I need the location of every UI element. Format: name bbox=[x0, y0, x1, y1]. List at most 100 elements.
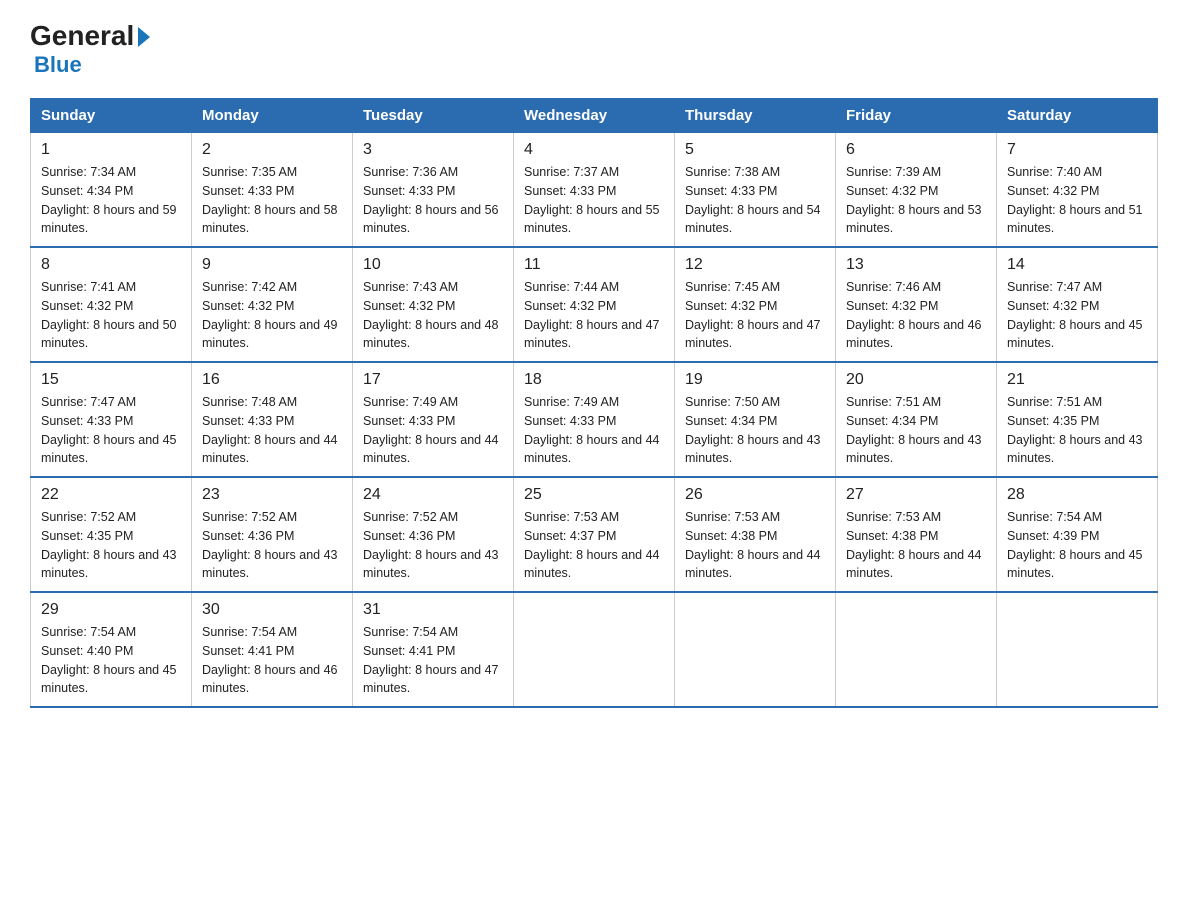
day-number: 14 bbox=[1007, 256, 1147, 274]
header-saturday: Saturday bbox=[997, 99, 1158, 133]
sunrise-label: Sunrise: 7:42 AM bbox=[202, 280, 297, 294]
calendar-week-1: 1 Sunrise: 7:34 AM Sunset: 4:34 PM Dayli… bbox=[31, 133, 1158, 248]
day-number: 19 bbox=[685, 371, 825, 389]
sunrise-label: Sunrise: 7:37 AM bbox=[524, 165, 619, 179]
daylight-label: Daylight: 8 hours and 51 minutes. bbox=[1007, 203, 1143, 236]
daylight-label: Daylight: 8 hours and 43 minutes. bbox=[41, 548, 177, 581]
logo: General Blue bbox=[30, 20, 150, 78]
day-number: 26 bbox=[685, 486, 825, 504]
day-info: Sunrise: 7:38 AM Sunset: 4:33 PM Dayligh… bbox=[685, 163, 825, 238]
calendar-cell: 29 Sunrise: 7:54 AM Sunset: 4:40 PM Dayl… bbox=[31, 592, 192, 707]
sunset-label: Sunset: 4:33 PM bbox=[524, 184, 616, 198]
sunset-label: Sunset: 4:32 PM bbox=[363, 299, 455, 313]
calendar-cell: 1 Sunrise: 7:34 AM Sunset: 4:34 PM Dayli… bbox=[31, 133, 192, 248]
daylight-label: Daylight: 8 hours and 47 minutes. bbox=[363, 663, 499, 696]
sunrise-label: Sunrise: 7:52 AM bbox=[41, 510, 136, 524]
daylight-label: Daylight: 8 hours and 45 minutes. bbox=[1007, 548, 1143, 581]
day-info: Sunrise: 7:54 AM Sunset: 4:41 PM Dayligh… bbox=[363, 623, 503, 698]
sunset-label: Sunset: 4:32 PM bbox=[685, 299, 777, 313]
header-thursday: Thursday bbox=[675, 99, 836, 133]
day-info: Sunrise: 7:49 AM Sunset: 4:33 PM Dayligh… bbox=[363, 393, 503, 468]
day-number: 25 bbox=[524, 486, 664, 504]
calendar-cell: 24 Sunrise: 7:52 AM Sunset: 4:36 PM Dayl… bbox=[353, 477, 514, 592]
calendar-cell: 6 Sunrise: 7:39 AM Sunset: 4:32 PM Dayli… bbox=[836, 133, 997, 248]
day-number: 30 bbox=[202, 601, 342, 619]
sunrise-label: Sunrise: 7:54 AM bbox=[41, 625, 136, 639]
calendar-cell bbox=[836, 592, 997, 707]
sunset-label: Sunset: 4:32 PM bbox=[1007, 299, 1099, 313]
day-number: 4 bbox=[524, 141, 664, 159]
daylight-label: Daylight: 8 hours and 45 minutes. bbox=[41, 433, 177, 466]
sunset-label: Sunset: 4:33 PM bbox=[524, 414, 616, 428]
calendar-cell bbox=[514, 592, 675, 707]
day-number: 12 bbox=[685, 256, 825, 274]
day-number: 5 bbox=[685, 141, 825, 159]
sunrise-label: Sunrise: 7:51 AM bbox=[846, 395, 941, 409]
calendar-cell: 14 Sunrise: 7:47 AM Sunset: 4:32 PM Dayl… bbox=[997, 247, 1158, 362]
day-info: Sunrise: 7:49 AM Sunset: 4:33 PM Dayligh… bbox=[524, 393, 664, 468]
day-number: 9 bbox=[202, 256, 342, 274]
calendar-cell: 13 Sunrise: 7:46 AM Sunset: 4:32 PM Dayl… bbox=[836, 247, 997, 362]
day-number: 23 bbox=[202, 486, 342, 504]
calendar-cell: 12 Sunrise: 7:45 AM Sunset: 4:32 PM Dayl… bbox=[675, 247, 836, 362]
sunrise-label: Sunrise: 7:53 AM bbox=[846, 510, 941, 524]
sunrise-label: Sunrise: 7:34 AM bbox=[41, 165, 136, 179]
day-info: Sunrise: 7:52 AM Sunset: 4:35 PM Dayligh… bbox=[41, 508, 181, 583]
sunset-label: Sunset: 4:41 PM bbox=[363, 644, 455, 658]
day-number: 8 bbox=[41, 256, 181, 274]
calendar-cell: 30 Sunrise: 7:54 AM Sunset: 4:41 PM Dayl… bbox=[192, 592, 353, 707]
daylight-label: Daylight: 8 hours and 49 minutes. bbox=[202, 318, 338, 351]
sunrise-label: Sunrise: 7:50 AM bbox=[685, 395, 780, 409]
day-info: Sunrise: 7:52 AM Sunset: 4:36 PM Dayligh… bbox=[202, 508, 342, 583]
day-info: Sunrise: 7:51 AM Sunset: 4:35 PM Dayligh… bbox=[1007, 393, 1147, 468]
daylight-label: Daylight: 8 hours and 47 minutes. bbox=[524, 318, 660, 351]
calendar-cell: 8 Sunrise: 7:41 AM Sunset: 4:32 PM Dayli… bbox=[31, 247, 192, 362]
day-info: Sunrise: 7:54 AM Sunset: 4:41 PM Dayligh… bbox=[202, 623, 342, 698]
sunrise-label: Sunrise: 7:35 AM bbox=[202, 165, 297, 179]
calendar-cell: 2 Sunrise: 7:35 AM Sunset: 4:33 PM Dayli… bbox=[192, 133, 353, 248]
calendar-week-2: 8 Sunrise: 7:41 AM Sunset: 4:32 PM Dayli… bbox=[31, 247, 1158, 362]
calendar-cell bbox=[675, 592, 836, 707]
day-info: Sunrise: 7:53 AM Sunset: 4:38 PM Dayligh… bbox=[846, 508, 986, 583]
daylight-label: Daylight: 8 hours and 48 minutes. bbox=[363, 318, 499, 351]
daylight-label: Daylight: 8 hours and 43 minutes. bbox=[202, 548, 338, 581]
sunset-label: Sunset: 4:41 PM bbox=[202, 644, 294, 658]
day-info: Sunrise: 7:42 AM Sunset: 4:32 PM Dayligh… bbox=[202, 278, 342, 353]
day-number: 28 bbox=[1007, 486, 1147, 504]
day-number: 13 bbox=[846, 256, 986, 274]
calendar-cell: 18 Sunrise: 7:49 AM Sunset: 4:33 PM Dayl… bbox=[514, 362, 675, 477]
sunset-label: Sunset: 4:33 PM bbox=[685, 184, 777, 198]
daylight-label: Daylight: 8 hours and 59 minutes. bbox=[41, 203, 177, 236]
daylight-label: Daylight: 8 hours and 44 minutes. bbox=[685, 548, 821, 581]
calendar-cell: 15 Sunrise: 7:47 AM Sunset: 4:33 PM Dayl… bbox=[31, 362, 192, 477]
day-number: 3 bbox=[363, 141, 503, 159]
header-tuesday: Tuesday bbox=[353, 99, 514, 133]
sunset-label: Sunset: 4:32 PM bbox=[202, 299, 294, 313]
calendar-week-4: 22 Sunrise: 7:52 AM Sunset: 4:35 PM Dayl… bbox=[31, 477, 1158, 592]
logo-blue-text: Blue bbox=[34, 52, 82, 78]
sunset-label: Sunset: 4:33 PM bbox=[41, 414, 133, 428]
day-info: Sunrise: 7:34 AM Sunset: 4:34 PM Dayligh… bbox=[41, 163, 181, 238]
calendar-cell: 5 Sunrise: 7:38 AM Sunset: 4:33 PM Dayli… bbox=[675, 133, 836, 248]
day-number: 21 bbox=[1007, 371, 1147, 389]
calendar-week-3: 15 Sunrise: 7:47 AM Sunset: 4:33 PM Dayl… bbox=[31, 362, 1158, 477]
sunrise-label: Sunrise: 7:49 AM bbox=[524, 395, 619, 409]
sunset-label: Sunset: 4:34 PM bbox=[685, 414, 777, 428]
sunrise-label: Sunrise: 7:47 AM bbox=[1007, 280, 1102, 294]
calendar-cell: 10 Sunrise: 7:43 AM Sunset: 4:32 PM Dayl… bbox=[353, 247, 514, 362]
sunset-label: Sunset: 4:36 PM bbox=[202, 529, 294, 543]
daylight-label: Daylight: 8 hours and 44 minutes. bbox=[363, 433, 499, 466]
sunrise-label: Sunrise: 7:54 AM bbox=[202, 625, 297, 639]
sunset-label: Sunset: 4:33 PM bbox=[363, 414, 455, 428]
sunrise-label: Sunrise: 7:39 AM bbox=[846, 165, 941, 179]
day-info: Sunrise: 7:35 AM Sunset: 4:33 PM Dayligh… bbox=[202, 163, 342, 238]
daylight-label: Daylight: 8 hours and 45 minutes. bbox=[41, 663, 177, 696]
sunset-label: Sunset: 4:32 PM bbox=[846, 184, 938, 198]
daylight-label: Daylight: 8 hours and 43 minutes. bbox=[846, 433, 982, 466]
daylight-label: Daylight: 8 hours and 43 minutes. bbox=[363, 548, 499, 581]
calendar-cell: 17 Sunrise: 7:49 AM Sunset: 4:33 PM Dayl… bbox=[353, 362, 514, 477]
sunset-label: Sunset: 4:38 PM bbox=[685, 529, 777, 543]
sunrise-label: Sunrise: 7:52 AM bbox=[363, 510, 458, 524]
header-monday: Monday bbox=[192, 99, 353, 133]
day-info: Sunrise: 7:53 AM Sunset: 4:37 PM Dayligh… bbox=[524, 508, 664, 583]
